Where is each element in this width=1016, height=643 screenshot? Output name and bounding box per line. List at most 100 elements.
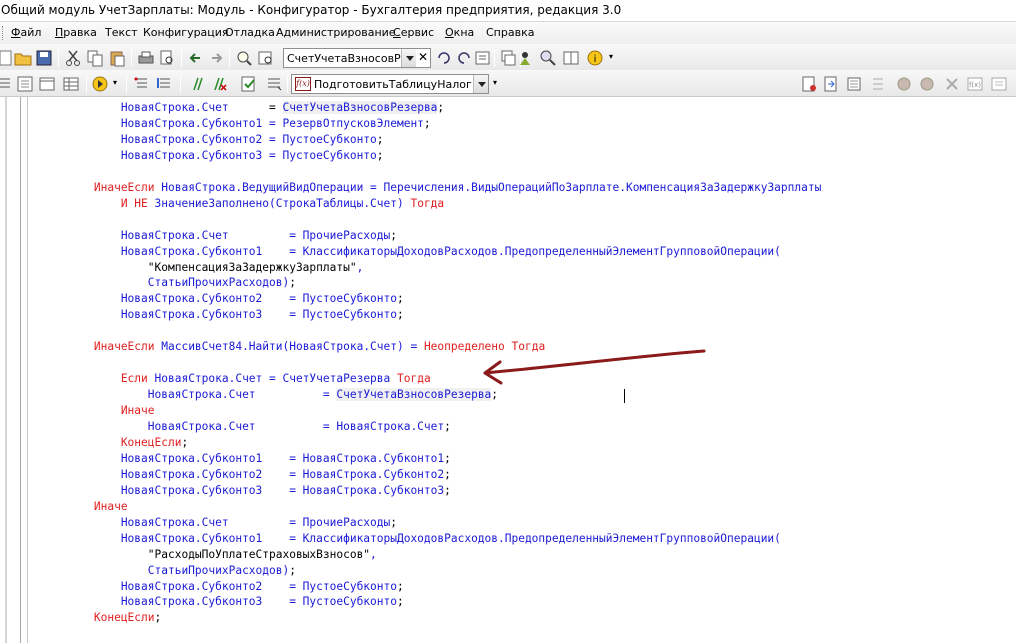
comment-icon[interactable] [188, 75, 206, 93]
code-line[interactable]: НоваяСтрока.Субконто1 = КлассификаторыДо… [40, 531, 781, 547]
menu-text[interactable]: Текст [105, 26, 138, 39]
code-line[interactable]: НоваяСтрока.Счет = ПрочиеРасходы; [40, 228, 397, 244]
paste-icon[interactable] [108, 49, 126, 67]
go-to-definition-icon[interactable] [822, 75, 840, 93]
copy-icon[interactable] [86, 49, 104, 67]
code-token: ; [491, 388, 499, 402]
new-file-icon[interactable] [0, 49, 14, 67]
forward-arrow-icon[interactable] [207, 49, 225, 67]
uncomment-icon[interactable] [210, 75, 228, 93]
menu-file[interactable]: Файл [11, 26, 41, 39]
debug-stop-icon[interactable] [895, 75, 913, 93]
code-line[interactable]: ИначеЕсли МассивСчет84.Найти(НоваяСтрока… [40, 339, 545, 355]
code-token: КонецЕсли [40, 611, 155, 625]
chevron-down-icon[interactable] [401, 49, 416, 67]
new-procedure-icon[interactable] [800, 75, 818, 93]
syntax-assistant-icon[interactable] [516, 49, 534, 67]
find-next-icon[interactable] [455, 49, 473, 67]
procedure-combo[interactable]: f(x) ПодготовитьТаблицуНалоговВз [291, 74, 489, 94]
run-debug-icon[interactable] [91, 75, 109, 93]
chevron-down-icon[interactable] [473, 75, 488, 93]
code-line[interactable]: НоваяСтрока.Субконто3 = ПустоеСубконто; [40, 148, 384, 164]
code-line[interactable]: НоваяСтрока.Счет = НоваяСтрока.Счет; [40, 419, 451, 435]
code-line[interactable]: СтатьиПрочихРасходов); [40, 563, 296, 579]
find-in-module-icon[interactable] [474, 49, 492, 67]
toolbar-overflow-icon[interactable]: ▾ [609, 52, 613, 61]
code-line[interactable]: НоваяСтрока.Субконто1 = РезервОтпусковЭл… [40, 116, 431, 132]
code-line[interactable]: НоваяСтрока.Субконто1 = НоваяСтрока.Субк… [40, 451, 451, 467]
menu-configuration[interactable]: Конфигурация [143, 26, 229, 39]
module-structure-icon[interactable] [16, 75, 34, 93]
find-icon[interactable] [235, 49, 253, 67]
code-line[interactable]: НоваяСтрока.Субконто2 = ПустоеСубконто; [40, 132, 384, 148]
windows-icon[interactable] [499, 49, 517, 67]
menu-help[interactable]: Справка [486, 26, 534, 39]
code-line[interactable]: НоваяСтрока.Субконто3 = ПустоеСубконто; [40, 307, 404, 323]
find-text-icon[interactable] [257, 49, 275, 67]
menu-debug[interactable]: Отладка [225, 26, 275, 39]
code-line[interactable]: "РасходыПоУплатеСтраховыхВзносов", [40, 547, 377, 563]
code-token: ; [376, 132, 384, 146]
properties-icon[interactable] [38, 75, 56, 93]
back-arrow-icon[interactable] [187, 49, 205, 67]
search-combo-value: СчетУчетаВзносовРез [287, 52, 402, 65]
contents-icon[interactable] [562, 49, 580, 67]
module-list-icon[interactable] [845, 75, 863, 93]
code-line[interactable]: НоваяСтрока.Субконто2 = ПустоеСубконто; [40, 579, 404, 595]
code-token: НоваяСтрока.Субконто3 = ПустоеСубконто [40, 308, 397, 322]
find-previous-icon[interactable] [435, 49, 453, 67]
debug-pause-icon[interactable] [918, 75, 936, 93]
combo-overflow-icon[interactable]: ▾ [493, 78, 497, 87]
save-icon[interactable] [35, 49, 53, 67]
indent-icon[interactable] [0, 75, 14, 93]
open-folder-icon[interactable] [14, 49, 32, 67]
code-token: ; [289, 563, 296, 577]
code-line[interactable]: И НЕ ЗначениеЗаполнено(СтрокаТаблицы.Сче… [40, 196, 444, 212]
breakpoint-list-icon[interactable] [133, 75, 151, 93]
run-overflow-icon[interactable]: ▾ [113, 78, 117, 87]
step-icon[interactable] [869, 75, 887, 93]
menu-service[interactable]: Сервис [393, 26, 434, 39]
bookmark-list-icon[interactable] [156, 75, 174, 93]
code-token: , [370, 547, 377, 561]
code-line[interactable]: НоваяСтрока.Субконто3 = НоваяСтрока.Субк… [40, 483, 451, 499]
print-icon[interactable] [137, 49, 155, 67]
search-combo[interactable]: СчетУчетаВзносовРез ✕ [283, 48, 431, 68]
code-line[interactable]: НоваяСтрока.Субконто2 = ПустоеСубконто; [40, 291, 404, 307]
cut-icon[interactable] [64, 49, 82, 67]
code-line[interactable]: НоваяСтрока.Субконто2 = НоваяСтрока.Субк… [40, 467, 451, 483]
menu-windows[interactable]: Окна [445, 26, 474, 39]
code-line[interactable]: НоваяСтрока.Счет = СчетУчетаВзносовРезер… [40, 100, 444, 116]
code-token: НоваяСтрока.Субконто3 = НоваяСтрока.Субк… [40, 483, 445, 497]
menu-administration[interactable]: Администрирование [276, 26, 396, 39]
code-line[interactable]: ИначеЕсли НоваяСтрока.ВедущийВидОперации… [40, 180, 821, 196]
code-line[interactable]: НоваяСтрока.Счет = СчетУчетаВзносовРезер… [40, 387, 498, 403]
code-token: СчетУчетаВзносовРезерва [336, 388, 492, 402]
code-line[interactable]: НоваяСтрока.Счет = ПрочиеРасходы; [40, 515, 397, 531]
code-token: ; [437, 101, 445, 114]
code-token: ЗначениеЗаполнено(СтрокаТаблицы.Счет) [154, 196, 411, 210]
menu-edit[interactable]: Правка [55, 26, 97, 39]
code-token: НоваяСтрока.Счет = ПрочиеРасходы [40, 515, 391, 529]
code-editor[interactable]: НоваяСтрока.Счет = СчетУчетаВзносовРезер… [0, 97, 1016, 643]
editor-gutter[interactable] [0, 97, 30, 643]
clear-icon[interactable]: ✕ [418, 50, 428, 64]
print-preview-icon[interactable] [158, 49, 176, 67]
evaluate-expression-icon[interactable]: f(x) [966, 75, 984, 93]
code-line[interactable]: Иначе [40, 403, 155, 419]
table-icon[interactable] [62, 75, 80, 93]
code-line[interactable]: "КомпенсацияЗаЗадержкуЗарплаты", [40, 260, 364, 276]
tools-icon[interactable] [943, 75, 961, 93]
syntax-check-icon[interactable] [240, 75, 258, 93]
evaluate-list-icon[interactable] [990, 75, 1008, 93]
code-line[interactable]: КонецЕсли; [40, 610, 161, 626]
code-line[interactable]: Иначе [40, 499, 128, 515]
info-icon[interactable]: i [586, 49, 604, 67]
procedures-list-icon[interactable] [265, 75, 283, 93]
code-line[interactable]: НоваяСтрока.Субконто1 = КлассификаторыДо… [40, 244, 781, 260]
code-line[interactable]: КонецЕсли; [40, 435, 188, 451]
help-search-icon[interactable] [539, 49, 557, 67]
code-line[interactable]: Если НоваяСтрока.Счет = СчетУчетаРезерва… [40, 371, 431, 387]
code-line[interactable]: НоваяСтрока.Субконто3 = ПустоеСубконто; [40, 594, 404, 610]
code-line[interactable]: СтатьиПрочихРасходов); [40, 275, 296, 291]
